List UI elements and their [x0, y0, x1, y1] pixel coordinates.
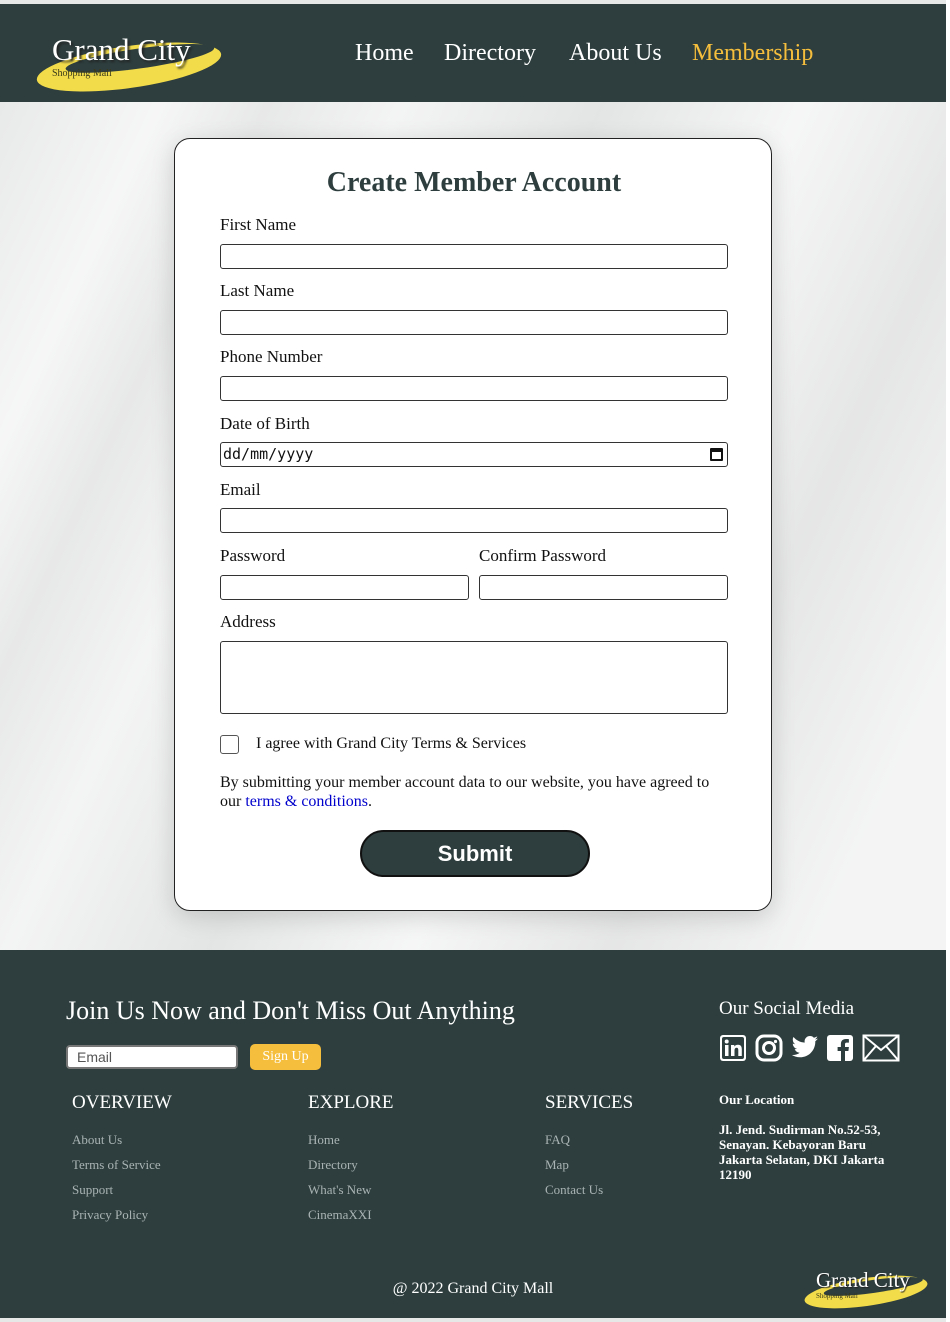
footer-link-home[interactable]: Home: [308, 1132, 340, 1148]
footer-link-privacy[interactable]: Privacy Policy: [72, 1207, 148, 1223]
grand-city-logo[interactable]: Grand City Shopping Mall: [33, 32, 225, 101]
footer-link-support[interactable]: Support: [72, 1182, 113, 1198]
logo-subtitle: Shopping Mall: [52, 68, 112, 79]
submit-button[interactable]: Submit: [360, 830, 590, 877]
calendar-icon[interactable]: [710, 448, 723, 461]
first-name-label: First Name: [220, 215, 297, 234]
nav-about-us[interactable]: About Us: [569, 40, 662, 67]
email-field[interactable]: [220, 508, 728, 533]
join-title: Join Us Now and Don't Miss Out Anything: [66, 996, 515, 1025]
linkedin-icon[interactable]: [719, 1034, 747, 1062]
date-of-birth-field[interactable]: dd/mm/yyyy: [220, 442, 728, 467]
mail-icon[interactable]: [862, 1034, 900, 1062]
nav-membership[interactable]: Membership: [692, 40, 813, 67]
footer-link-whats-new[interactable]: What's New: [308, 1182, 371, 1198]
last-name-label: Last Name: [220, 281, 295, 300]
twitter-icon[interactable]: [790, 1034, 820, 1062]
site-footer: Join Us Now and Don't Miss Out Anything …: [0, 950, 946, 1318]
agree-checkbox[interactable]: [220, 735, 239, 754]
right-edge: [946, 0, 950, 1322]
logo-name: Grand City: [52, 32, 191, 67]
location-address: Jl. Jend. Sudirman No.52-53, Senayan. Ke…: [719, 1122, 885, 1182]
footer-link-contact-us[interactable]: Contact Us: [545, 1182, 603, 1198]
nav-home[interactable]: Home: [355, 40, 414, 67]
nav-directory[interactable]: Directory: [444, 40, 536, 67]
footer-link-terms[interactable]: Terms of Service: [72, 1157, 161, 1173]
newsletter-email-input[interactable]: Email: [66, 1045, 238, 1069]
terms-link[interactable]: terms & conditions: [245, 793, 368, 810]
form-title: Create Member Account: [326, 167, 622, 198]
footer-link-map[interactable]: Map: [545, 1157, 569, 1173]
footer-logo-name: Grand City: [816, 1268, 910, 1292]
sign-up-button[interactable]: Sign Up: [250, 1044, 321, 1070]
password-label: Password: [220, 546, 286, 565]
last-name-field[interactable]: [220, 310, 728, 335]
address-field[interactable]: [220, 641, 728, 714]
instagram-icon[interactable]: [755, 1034, 783, 1062]
address-label: Address: [220, 612, 276, 631]
terms-notice-end: .: [367, 793, 372, 810]
confirm-password-field[interactable]: [479, 575, 728, 600]
social-media-title: Our Social Media: [719, 998, 855, 1019]
confirm-password-label: Confirm Password: [479, 546, 607, 565]
email-label: Email: [220, 480, 261, 499]
footer-link-faq[interactable]: FAQ: [545, 1132, 570, 1148]
agree-label: I agree with Grand City Terms & Services: [256, 735, 527, 752]
footer-logo[interactable]: Grand City Shopping Mall: [802, 1268, 930, 1315]
phone-number-field[interactable]: [220, 376, 728, 401]
member-account-form: Create Member Account First Name Last Na…: [174, 138, 772, 911]
site-header: Grand City Shopping Mall Home Directory …: [0, 4, 946, 102]
location-title: Our Location: [719, 1092, 795, 1107]
bottom-border: [0, 1318, 950, 1322]
password-field[interactable]: [220, 575, 469, 600]
footer-link-directory[interactable]: Directory: [308, 1157, 358, 1173]
date-of-birth-placeholder: dd/mm/yyyy: [223, 445, 314, 463]
facebook-icon[interactable]: [826, 1034, 854, 1062]
services-title: SERVICES: [545, 1092, 634, 1113]
footer-link-cinemaxxi[interactable]: CinemaXXI: [308, 1207, 372, 1223]
overview-title: OVERVIEW: [72, 1092, 172, 1113]
footer-link-about-us[interactable]: About Us: [72, 1132, 122, 1148]
first-name-field[interactable]: [220, 244, 728, 269]
phone-number-label: Phone Number: [220, 347, 323, 366]
date-of-birth-label: Date of Birth: [220, 414, 310, 433]
terms-notice: By submitting your member account data t…: [220, 773, 720, 811]
explore-title: EXPLORE: [308, 1092, 394, 1113]
footer-logo-subtitle: Shopping Mall: [816, 1292, 858, 1300]
